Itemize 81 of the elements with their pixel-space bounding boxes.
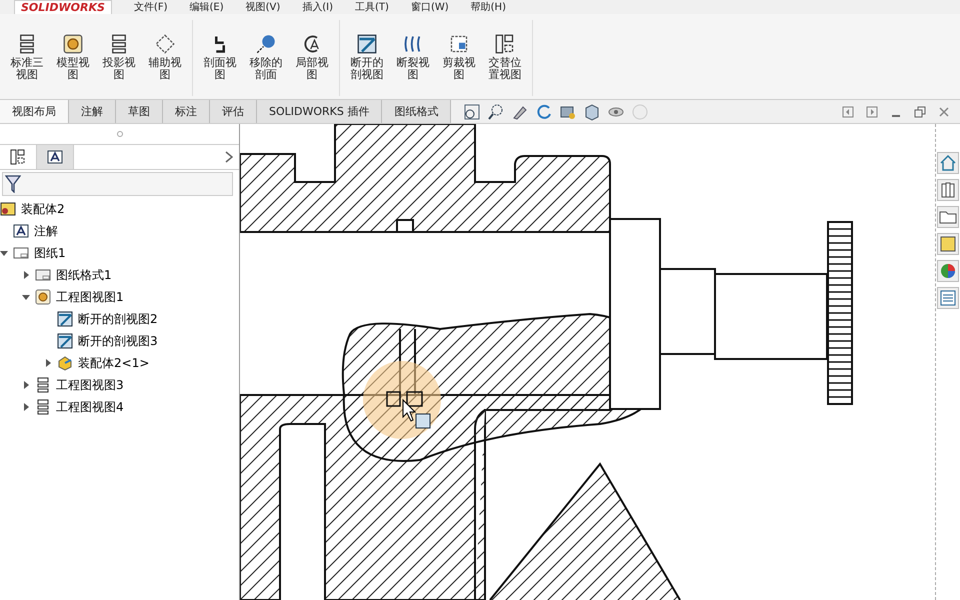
tool-icon bbox=[256, 34, 276, 54]
tool-icon bbox=[403, 34, 423, 54]
tree-node-icon bbox=[57, 333, 73, 349]
menu-item[interactable]: 编辑(E) bbox=[189, 0, 224, 14]
next-icon[interactable] bbox=[866, 106, 878, 118]
tree-item[interactable]: 装配体2<1> bbox=[78, 354, 150, 372]
tree-node-icon bbox=[57, 355, 73, 371]
tool-icon bbox=[357, 34, 377, 54]
ribbon-button[interactable]: 交替位置视图 bbox=[482, 20, 528, 96]
ribbon-button[interactable]: 移除的剖面 bbox=[243, 20, 289, 96]
tree-item[interactable]: 工程图视图4 bbox=[56, 398, 124, 416]
expand-arrow-icon[interactable] bbox=[22, 403, 30, 411]
ribbon-tab[interactable]: 草图 bbox=[116, 100, 163, 123]
tool-icon bbox=[495, 34, 515, 54]
tree-node-icon bbox=[13, 223, 29, 239]
chevron-right-icon[interactable] bbox=[225, 151, 234, 163]
collapse-arrow-icon[interactable] bbox=[22, 293, 30, 301]
expand-arrow-icon[interactable] bbox=[22, 381, 30, 389]
menu-item[interactable]: 窗口(W) bbox=[410, 0, 449, 14]
zoom-fit-icon[interactable] bbox=[463, 102, 482, 120]
tree-item[interactable]: 图纸格式1 bbox=[56, 266, 112, 284]
ribbon-button[interactable]: 模型视图 bbox=[50, 20, 96, 96]
app-logo: SOLIDWORKS bbox=[14, 0, 112, 14]
tree-item[interactable]: 断开的剖视图3 bbox=[78, 332, 158, 350]
ribbon-tab[interactable]: SOLIDWORKS 插件 bbox=[257, 100, 382, 123]
rotate-icon[interactable] bbox=[535, 102, 554, 120]
tool-icon bbox=[17, 34, 37, 54]
ribbon-button[interactable]: 断裂视图 bbox=[390, 20, 436, 96]
menu-item[interactable]: 插入(I) bbox=[302, 0, 334, 14]
home-icon[interactable] bbox=[937, 152, 960, 174]
ribbon-button[interactable]: 局部视图 bbox=[289, 20, 335, 96]
ribbon-button[interactable]: 辅助视图 bbox=[142, 20, 188, 96]
tool-icon bbox=[63, 34, 83, 54]
menu-item[interactable]: 帮助(H) bbox=[470, 0, 506, 14]
tree-node-icon bbox=[35, 377, 51, 393]
close-icon[interactable] bbox=[938, 106, 950, 118]
tree-node-icon bbox=[35, 267, 51, 283]
menu-item[interactable]: 文件(F) bbox=[134, 0, 168, 14]
ribbon-button[interactable]: 标准三视图 bbox=[4, 20, 50, 96]
list-icon[interactable] bbox=[937, 287, 960, 309]
tool-icon bbox=[449, 34, 469, 54]
layout-icon[interactable] bbox=[937, 233, 960, 255]
ribbon-button[interactable]: 剪裁视图 bbox=[436, 20, 482, 96]
cube-icon[interactable] bbox=[583, 102, 602, 120]
splitter-handle-icon[interactable] bbox=[116, 131, 123, 137]
tree-item[interactable]: 工程图视图1 bbox=[56, 288, 124, 306]
collapse-arrow-icon[interactable] bbox=[0, 249, 8, 257]
tool-icon bbox=[109, 34, 129, 54]
tree-item[interactable]: 图纸1 bbox=[34, 244, 66, 262]
tree-item[interactable]: 装配体2 bbox=[21, 200, 65, 218]
tree-item[interactable]: 注解 bbox=[34, 222, 58, 240]
tree-node-icon bbox=[57, 311, 73, 327]
ribbon-button[interactable]: 投影视图 bbox=[96, 20, 142, 96]
ribbon-tab[interactable]: 图纸格式 bbox=[382, 100, 452, 123]
previous-icon[interactable] bbox=[842, 106, 854, 118]
ribbon-tab[interactable]: 视图布局 bbox=[0, 100, 69, 123]
expand-arrow-icon[interactable] bbox=[22, 271, 30, 279]
tool-icon bbox=[302, 34, 322, 54]
ribbon-tab[interactable]: 标注 bbox=[163, 100, 210, 123]
property-manager-icon[interactable] bbox=[47, 149, 63, 165]
expand-arrow-icon[interactable] bbox=[44, 359, 52, 367]
books-icon[interactable] bbox=[937, 179, 960, 201]
feature-manager-icon[interactable] bbox=[10, 149, 26, 165]
ribbon-button[interactable]: 断开的剖视图 bbox=[344, 20, 390, 96]
menu-item[interactable]: 工具(T) bbox=[355, 0, 389, 14]
filter-icon[interactable] bbox=[5, 175, 21, 193]
tree-item[interactable]: 断开的剖视图2 bbox=[78, 310, 158, 328]
ribbon-tab[interactable]: 评估 bbox=[210, 100, 257, 123]
tree-item[interactable]: 工程图视图3 bbox=[56, 376, 124, 394]
tree-node-icon bbox=[35, 399, 51, 415]
color-wheel-icon[interactable] bbox=[937, 260, 960, 282]
menu-item[interactable]: 视图(V) bbox=[246, 0, 280, 14]
tree-node-icon bbox=[35, 289, 51, 305]
ribbon-button[interactable]: 剖面视图 bbox=[197, 20, 243, 96]
tool-icon bbox=[155, 34, 175, 54]
restore-icon[interactable] bbox=[914, 106, 926, 118]
folder-icon[interactable] bbox=[937, 206, 960, 228]
tree-node-icon bbox=[0, 201, 16, 217]
zoom-area-icon[interactable] bbox=[487, 102, 506, 120]
tree-node-icon bbox=[13, 245, 29, 261]
ribbon-tab[interactable]: 注解 bbox=[69, 100, 116, 123]
